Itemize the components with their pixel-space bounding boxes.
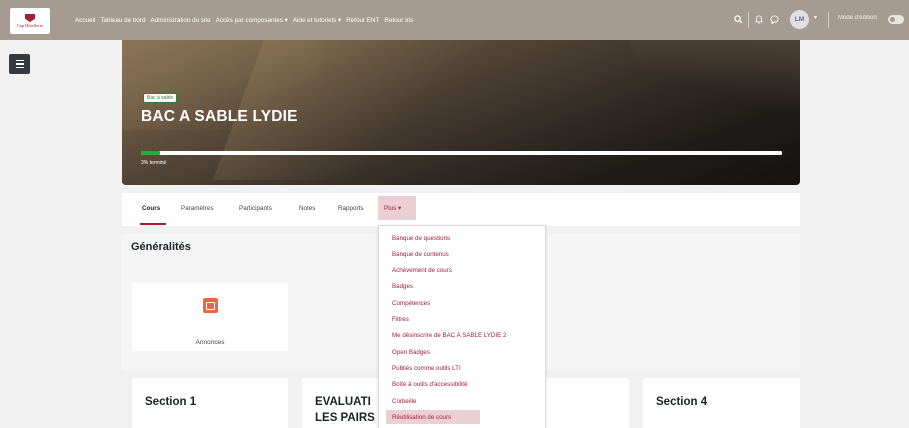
active-tab-indicator xyxy=(140,223,166,225)
course-progress-bar xyxy=(141,151,782,155)
section-title: Section 4 xyxy=(656,396,708,408)
top-navbar: Cap Hôtellerie Accueil Tableau de bord A… xyxy=(0,0,909,40)
activity-label: Annonces xyxy=(195,339,225,346)
chevron-down-icon: ▾ xyxy=(284,16,288,24)
avatar[interactable]: LM xyxy=(790,10,809,29)
tab-cours[interactable]: Cours xyxy=(142,205,160,212)
logo-text: Cap Hôtellerie xyxy=(16,23,44,28)
course-progress-label: 3% terminé xyxy=(141,160,167,166)
search-icon[interactable] xyxy=(734,15,743,24)
section-title: Généralités xyxy=(131,241,191,253)
course-progress-fill xyxy=(141,151,161,155)
chevron-down-icon: ▾ xyxy=(337,16,342,24)
activity-card-annonces[interactable]: Annonces xyxy=(132,283,288,351)
menu-item-achevement-cours[interactable]: Achèvement de cours xyxy=(392,267,452,274)
menu-item-accessibilite[interactable]: Boîte à outils d'accessibilité xyxy=(392,381,467,388)
menu-icon xyxy=(15,63,24,65)
tab-participants[interactable]: Participants xyxy=(239,205,272,212)
page-title: BAC A SABLE LYDIE xyxy=(141,108,298,125)
menu-item-open-badges[interactable]: Open Badges xyxy=(392,349,430,356)
section-title-line: LES PAIRS xyxy=(315,412,375,424)
menu-item-publies-lti[interactable]: Publiés comme outils LTI xyxy=(392,365,461,372)
nav-link-retour-ent[interactable]: Retour ENT xyxy=(346,17,379,24)
navbar-divider xyxy=(748,12,749,28)
edit-mode-label: Mode d'édition xyxy=(838,15,877,21)
nav-link-label: Accès par composantes xyxy=(215,16,283,24)
chevron-down-icon[interactable]: ▾ xyxy=(814,14,817,21)
menu-item-banque-questions[interactable]: Banque de questions xyxy=(392,235,450,242)
tab-plus[interactable]: Plus ▾ xyxy=(378,196,416,220)
nav-link-administration[interactable]: Administration du site xyxy=(150,17,210,24)
section-title: EVALUATI LES PAIRS xyxy=(315,394,375,426)
nav-link-accueil[interactable]: Accueil xyxy=(75,17,95,24)
nav-link-tableau-de-bord[interactable]: Tableau de bord xyxy=(100,17,145,24)
menu-item-reutilisation-cours[interactable]: Réutilisation de cours xyxy=(392,414,451,421)
bell-icon[interactable] xyxy=(755,15,763,24)
menu-item-filtres[interactable]: Filtres xyxy=(392,316,409,323)
menu-item-competences[interactable]: Compétences xyxy=(392,300,430,307)
menu-item-corbeille[interactable]: Corbeille xyxy=(392,398,416,405)
menu-icon xyxy=(15,60,24,62)
edit-mode-toggle[interactable] xyxy=(888,15,904,24)
tab-notes[interactable]: Notes xyxy=(299,205,315,212)
nav-link-label: Aide et tutoriels xyxy=(292,16,337,24)
menu-item-desinscrire[interactable]: Me désinscrire de BAC A SABLE LYDIE 2 xyxy=(392,332,506,339)
section-title-line: EVALUATI xyxy=(315,396,371,408)
forum-icon xyxy=(203,298,218,313)
nav-link-retour-iris[interactable]: Retour Iris xyxy=(384,17,413,24)
nav-link-aide-tutoriels[interactable]: Aide et tutoriels ▾ xyxy=(293,17,341,24)
section-title: Section 1 xyxy=(145,396,197,408)
course-header: Bac à sable BAC A SABLE LYDIE 3% terminé xyxy=(122,40,800,185)
section-card-4[interactable]: Section 4 xyxy=(643,378,800,428)
chevron-down-icon: ▾ xyxy=(398,204,402,212)
plus-dropdown-menu: Banque de questions Banque de contenus A… xyxy=(378,225,546,428)
section-card-1[interactable]: Section 1 xyxy=(132,378,288,428)
course-secondary-nav: Cours Paramètres Participants Notes Rapp… xyxy=(122,193,800,226)
nav-link-acces-composantes[interactable]: Accès par composantes ▾ xyxy=(216,17,288,24)
site-logo[interactable]: Cap Hôtellerie xyxy=(10,8,50,34)
menu-item-banque-contenus[interactable]: Banque de contenus xyxy=(392,251,449,258)
tab-rapports[interactable]: Rapports xyxy=(338,205,364,212)
primary-nav: Accueil Tableau de bord Administration d… xyxy=(75,0,418,40)
menu-item-badges[interactable]: Badges xyxy=(392,283,413,290)
crest-icon xyxy=(25,14,35,22)
tab-parametres[interactable]: Paramètres xyxy=(181,205,214,212)
course-category-badge: Bac à sable xyxy=(143,93,178,103)
navbar-divider xyxy=(828,12,829,28)
tab-plus-label: Plus xyxy=(384,204,397,212)
course-index-drawer-button[interactable] xyxy=(9,54,30,74)
menu-icon xyxy=(15,66,24,68)
chat-icon[interactable] xyxy=(770,15,779,24)
